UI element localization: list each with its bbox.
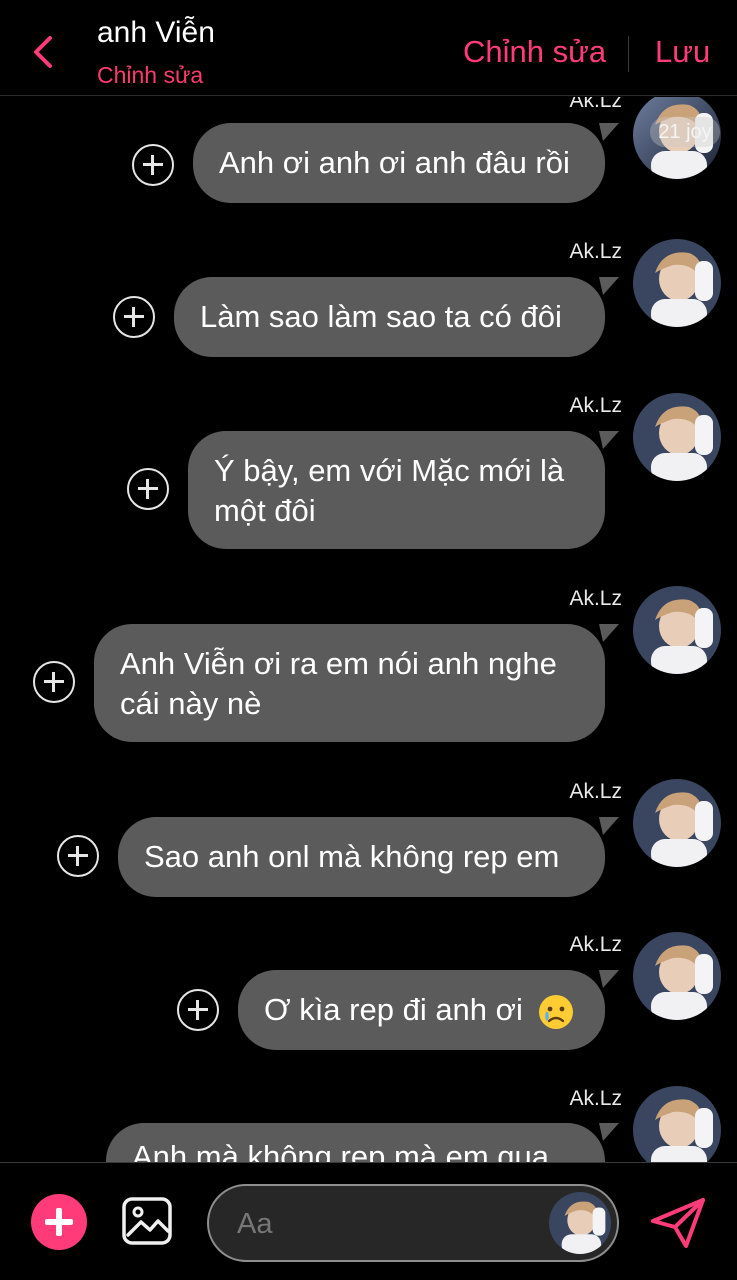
avatar[interactable] bbox=[633, 239, 721, 327]
header-divider bbox=[628, 36, 629, 72]
bubble-tail bbox=[599, 1123, 619, 1141]
message-text: Sao anh onl mà không rep em bbox=[144, 839, 560, 874]
add-reaction-icon[interactable] bbox=[177, 989, 219, 1031]
message-text: Anh ơi anh ơi anh đâu rồi bbox=[219, 145, 570, 180]
message-text: Làm sao làm sao ta có đôi bbox=[200, 299, 562, 334]
sender-name: Ak.Lz bbox=[569, 587, 622, 610]
chat-title: anh Viễn bbox=[97, 16, 215, 49]
message-text: Ơ kìa rep đi anh ơi bbox=[264, 992, 523, 1027]
message-text: Anh Viễn ơi ra em nói anh nghe bbox=[120, 646, 557, 681]
sender-name: Ak.Lz bbox=[569, 240, 622, 263]
avatar[interactable] bbox=[633, 586, 721, 674]
chat-screen: anh Viễn Chỉnh sửa Chỉnh sửa Lưu Ak.Lz A… bbox=[0, 0, 737, 1280]
message-bubble[interactable]: Sao anh onl mà không rep em bbox=[118, 817, 619, 897]
chat-header: anh Viễn Chỉnh sửa Chỉnh sửa Lưu bbox=[0, 0, 737, 96]
bubble-tail bbox=[599, 817, 619, 835]
message-bubble[interactable]: Anh Viễn ơi ra em nói anh nghe cái này n… bbox=[94, 624, 619, 742]
crying-face-icon bbox=[538, 994, 573, 1029]
message-text: Ý bậy, em với Mặc mới là bbox=[214, 453, 565, 488]
bubble-tail bbox=[599, 970, 619, 988]
add-reaction-icon[interactable] bbox=[127, 468, 169, 510]
message-list[interactable]: Ak.Lz Anh ơi anh ơi anh đâu rồi 21 joy A… bbox=[0, 97, 737, 1162]
avatar[interactable] bbox=[633, 393, 721, 481]
sender-name: Ak.Lz bbox=[569, 394, 622, 417]
message-bubble[interactable]: Anh ơi anh ơi anh đâu rồi bbox=[193, 123, 619, 203]
add-reaction-icon[interactable] bbox=[113, 296, 155, 338]
save-button[interactable]: Lưu bbox=[655, 34, 710, 70]
avatar[interactable] bbox=[633, 779, 721, 867]
sender-name: Ak.Lz bbox=[569, 1087, 622, 1110]
persona-avatar[interactable] bbox=[549, 1192, 611, 1254]
message-input[interactable]: Aa bbox=[207, 1184, 619, 1262]
sender-name: Ak.Lz bbox=[569, 933, 622, 956]
bubble-tail bbox=[599, 277, 619, 295]
edit-button[interactable]: Chỉnh sửa bbox=[463, 34, 606, 70]
message-text: cái này nè bbox=[120, 686, 262, 721]
send-paper-plane-icon[interactable] bbox=[650, 1197, 706, 1249]
bubble-tail bbox=[599, 624, 619, 642]
avatar[interactable] bbox=[633, 1086, 721, 1162]
add-plus-icon[interactable] bbox=[31, 1194, 87, 1250]
message-bubble[interactable]: Ý bậy, em với Mặc mới là một đôi bbox=[188, 431, 619, 549]
sender-name: Ak.Lz bbox=[569, 97, 622, 112]
add-reaction-icon[interactable] bbox=[132, 144, 174, 186]
badge: 21 joy bbox=[650, 117, 720, 147]
avatar[interactable] bbox=[633, 932, 721, 1020]
message-bubble[interactable]: Làm sao làm sao ta có đôi bbox=[174, 277, 619, 357]
message-bubble[interactable]: Ơ kìa rep đi anh ơi bbox=[238, 970, 619, 1050]
back-chevron-icon[interactable] bbox=[28, 32, 62, 72]
gallery-image-icon[interactable] bbox=[122, 1197, 172, 1245]
add-reaction-icon[interactable] bbox=[33, 661, 75, 703]
sender-name: Ak.Lz bbox=[569, 780, 622, 803]
message-text: một đôi bbox=[214, 493, 316, 528]
bubble-tail bbox=[599, 123, 619, 141]
message-text: Anh mà không rep mà em qua bbox=[132, 1139, 550, 1162]
input-placeholder[interactable]: Aa bbox=[237, 1208, 272, 1241]
chat-subtitle[interactable]: Chỉnh sửa bbox=[97, 62, 203, 89]
message-composer: Aa bbox=[0, 1162, 737, 1280]
add-reaction-icon[interactable] bbox=[57, 835, 99, 877]
bubble-tail bbox=[599, 431, 619, 449]
message-bubble[interactable]: Anh mà không rep mà em qua bbox=[106, 1123, 619, 1162]
